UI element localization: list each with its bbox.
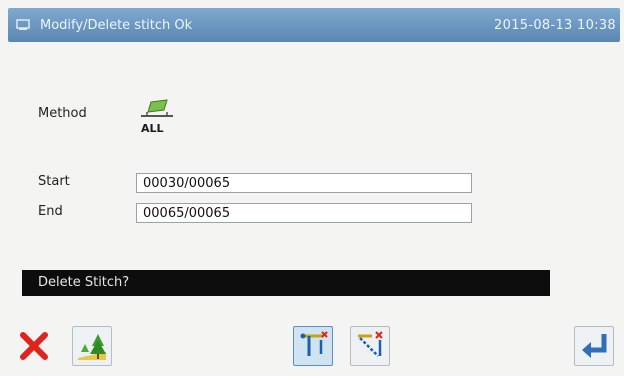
stitch-mode-2-button[interactable] xyxy=(350,326,390,366)
end-label: End xyxy=(38,204,63,219)
datetime: 2015-08-13 10:38 xyxy=(494,17,616,33)
stitch-mode-1-button[interactable] xyxy=(293,326,333,366)
method-icon-text: ALL xyxy=(141,122,164,135)
app-icon xyxy=(16,19,30,30)
message-bar: Delete Stitch? xyxy=(22,270,550,296)
method-label: Method xyxy=(38,106,87,121)
window-title: Modify/Delete stitch Ok xyxy=(40,17,193,33)
red-x-icon xyxy=(20,332,48,360)
tree-button[interactable] xyxy=(72,326,112,366)
start-label: Start xyxy=(38,174,70,189)
end-field[interactable]: 00065/00065 xyxy=(136,203,472,223)
stitch-path-icon xyxy=(300,331,328,356)
sewing-all-icon[interactable]: ALL xyxy=(137,98,179,136)
enter-arrow-icon xyxy=(582,334,607,358)
stitch-path-alt-icon xyxy=(358,331,383,357)
enter-button[interactable] xyxy=(574,326,614,366)
tree-scene-icon xyxy=(78,334,106,360)
cancel-button[interactable] xyxy=(14,326,54,366)
start-field[interactable]: 00030/00065 xyxy=(136,173,472,193)
title-bar: Modify/Delete stitch Ok 2015-08-13 10:38 xyxy=(8,8,620,42)
